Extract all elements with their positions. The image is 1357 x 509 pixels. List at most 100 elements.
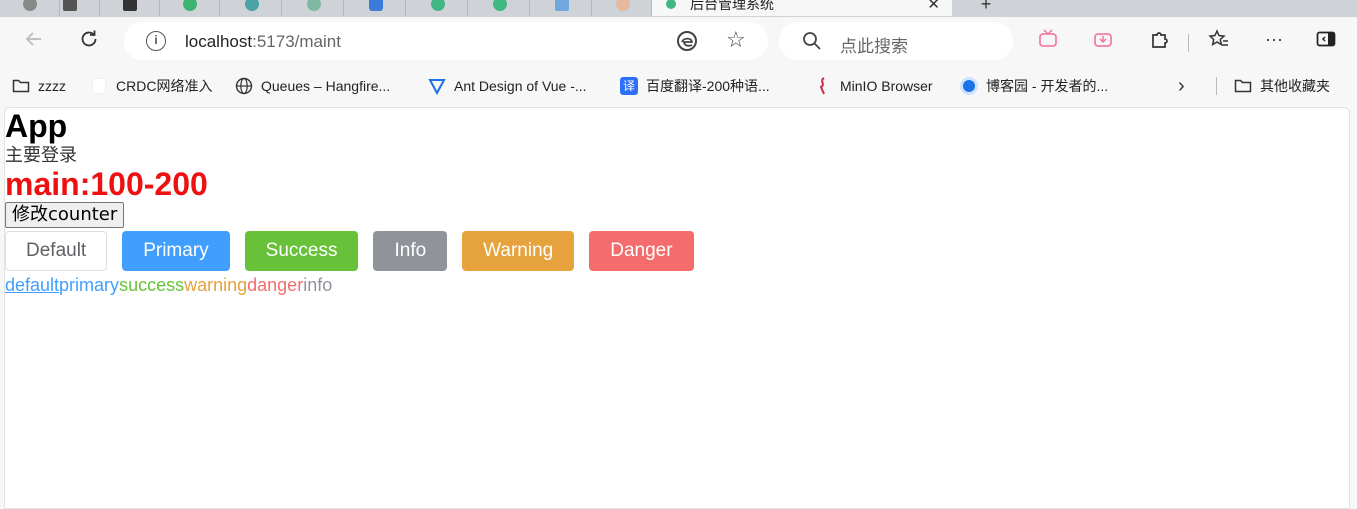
favorites-icon <box>1208 29 1228 46</box>
minio-icon <box>814 77 832 95</box>
tv-icon <box>1039 29 1057 47</box>
tab[interactable] <box>40 0 100 16</box>
favorites-button[interactable] <box>1205 25 1233 53</box>
info-icon[interactable]: i <box>146 31 166 51</box>
address-bar[interactable]: i localhost:5173/maint ☆ <box>124 22 768 60</box>
vue-icon <box>666 0 676 9</box>
tab-favicon-icon <box>62 0 77 11</box>
warning-button[interactable]: Warning <box>462 231 575 271</box>
bookmarks-divider <box>1216 77 1217 95</box>
tab[interactable] <box>284 0 344 16</box>
url-text[interactable]: localhost:5173/maint <box>185 32 341 52</box>
puzzle-icon <box>1152 32 1168 48</box>
success-button[interactable]: Success <box>244 231 359 271</box>
extension-tv-icon[interactable] <box>1034 25 1062 53</box>
browser-toolbar: i localhost:5173/maint ☆ 点此搜索 ··· <box>0 17 1357 67</box>
primary-link[interactable]: primary <box>59 275 119 295</box>
close-icon[interactable]: ✕ <box>927 0 940 13</box>
back-button[interactable] <box>20 25 48 53</box>
ellipsis-icon: ··· <box>1265 28 1283 49</box>
default-button[interactable]: Default <box>5 231 108 271</box>
toolbar-divider <box>1188 34 1189 52</box>
app-root: App 主要登录 main:100-200 修改counter Default … <box>5 108 1349 296</box>
bookmark-label: 博客园 - 开发者的... <box>986 78 1109 94</box>
url-path: :5173/maint <box>252 32 341 51</box>
bookmark-label: CRDC网络准入 <box>116 78 213 94</box>
bookmark-zzzz[interactable]: zzzz <box>12 76 66 96</box>
new-tab-button[interactable]: + <box>956 0 1016 16</box>
bookmark-label: Queues – Hangfire... <box>261 78 391 94</box>
refresh-button[interactable] <box>75 25 103 53</box>
bookmark-hangfire[interactable]: Queues – Hangfire... <box>235 76 390 96</box>
counter-display: main:100-200 <box>5 166 208 202</box>
tab[interactable] <box>222 0 282 16</box>
extension-download-icon[interactable] <box>1089 25 1117 53</box>
danger-button[interactable]: Danger <box>589 231 694 271</box>
bookmark-crdc[interactable]: CRDC网络准入 <box>90 76 212 96</box>
modify-counter-button[interactable]: 修改counter <box>5 202 125 228</box>
ant-design-icon <box>428 77 446 95</box>
tab-favicon-icon <box>182 0 197 11</box>
tab-favicon-icon <box>492 0 507 11</box>
bookmark-label: zzzz <box>38 78 66 94</box>
edge-icon[interactable] <box>676 30 698 52</box>
globe-icon <box>235 77 253 95</box>
tab-title: 后台管理系统 <box>690 0 774 12</box>
search-box[interactable]: 点此搜索 <box>779 22 1013 60</box>
tab[interactable] <box>160 0 220 16</box>
favorite-star-icon[interactable]: ☆ <box>726 27 746 53</box>
tab-favicon-icon <box>554 0 569 11</box>
bookmarks-bar: zzzz CRDC网络准入 Queues – Hangfire... Ant D… <box>0 67 1357 105</box>
tab-favicon-icon <box>122 0 137 11</box>
bookmark-cnblogs[interactable]: 博客园 - 开发者的... <box>960 76 1108 96</box>
warning-link[interactable]: warning <box>184 275 247 295</box>
search-icon <box>803 32 821 50</box>
plus-icon: + <box>980 0 992 14</box>
button-row: Default Primary Success Info Warning Dan… <box>5 231 1349 271</box>
tab-favicon-icon <box>306 0 321 11</box>
tab-favicon-icon <box>615 0 630 11</box>
tab[interactable] <box>594 0 652 16</box>
link-row: defaultprimarysuccesswarningdangerinfo <box>5 274 1349 296</box>
tab-favicon-icon <box>430 0 445 11</box>
bookmark-other-favorites[interactable]: 其他收藏夹 <box>1234 76 1330 96</box>
tab[interactable] <box>100 0 160 16</box>
bookmark-minio[interactable]: MinIO Browser <box>814 76 933 96</box>
info-button[interactable]: Info <box>373 231 448 271</box>
bookmark-antdv[interactable]: Ant Design of Vue -... <box>428 76 587 96</box>
folder-icon <box>12 77 30 95</box>
danger-link[interactable]: danger <box>247 275 303 295</box>
page-title: App <box>5 108 68 144</box>
blank-page-icon <box>90 77 108 95</box>
avatar <box>22 0 37 11</box>
primary-button[interactable]: Primary <box>122 231 230 271</box>
bookmark-baidu-translate[interactable]: 译 百度翻译-200种语... <box>620 76 770 96</box>
extensions-button[interactable] <box>1145 25 1173 53</box>
tab-strip: 后台管理系统 ✕ + <box>0 0 1357 17</box>
tab[interactable] <box>346 0 406 16</box>
cnblogs-icon <box>960 77 978 95</box>
page-subtitle: 主要登录 <box>5 145 77 165</box>
default-link[interactable]: default <box>5 275 59 295</box>
refresh-icon <box>81 30 97 47</box>
download-tv-icon <box>1094 33 1112 47</box>
bookmark-label: 百度翻译-200种语... <box>646 78 770 94</box>
tab[interactable] <box>532 0 592 16</box>
chevron-right-icon[interactable]: › <box>1178 75 1185 98</box>
tab[interactable] <box>470 0 530 16</box>
tab-active[interactable]: 后台管理系统 ✕ <box>652 0 952 16</box>
sidebar-toggle-button[interactable] <box>1312 25 1340 53</box>
sidebar-icon <box>1316 31 1336 47</box>
tab[interactable] <box>408 0 468 16</box>
bookmark-label: Ant Design of Vue -... <box>454 78 587 94</box>
success-link[interactable]: success <box>119 275 184 295</box>
bookmark-label: MinIO Browser <box>840 78 933 94</box>
tab-favicon-icon <box>368 0 383 11</box>
arrow-left-icon <box>25 32 41 46</box>
more-menu-button[interactable]: ··· <box>1260 25 1288 53</box>
tab-favicon-icon <box>244 0 259 11</box>
page-viewport: App 主要登录 main:100-200 修改counter Default … <box>4 107 1350 509</box>
bookmark-label: 其他收藏夹 <box>1260 78 1330 94</box>
info-link[interactable]: info <box>303 275 332 295</box>
search-placeholder: 点此搜索 <box>840 37 908 56</box>
